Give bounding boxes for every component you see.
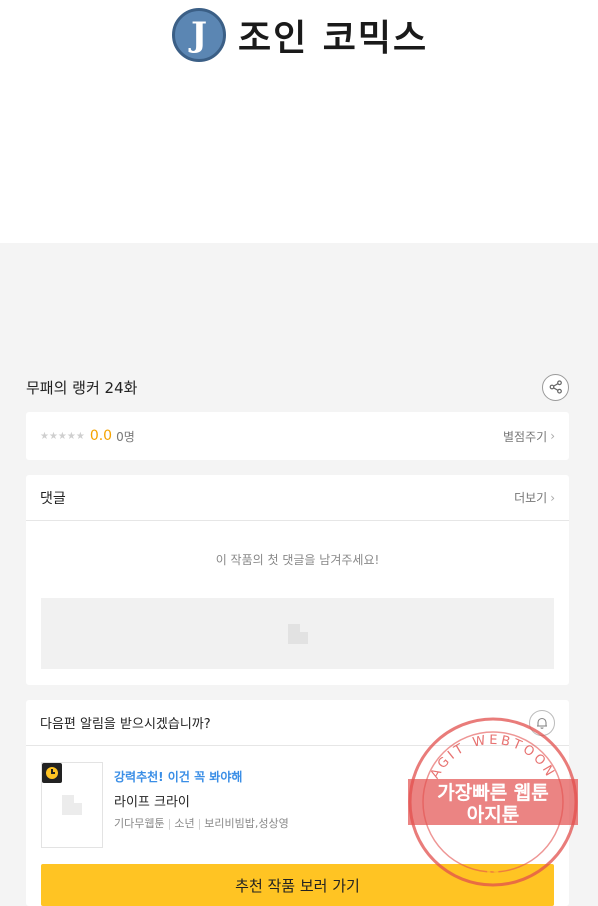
share-button[interactable] xyxy=(542,373,569,401)
image-placeholder-icon xyxy=(287,623,308,644)
site-logo[interactable]: J 조인 코믹스 xyxy=(172,8,428,62)
recommended-thumbnail[interactable] xyxy=(41,762,103,848)
view-recommendations-button[interactable]: 추천 작품 보러 가기 xyxy=(41,864,554,906)
share-icon xyxy=(549,380,562,394)
notify-bell-button[interactable] xyxy=(529,709,555,736)
recommended-work[interactable]: 강력추천! 이건 꼭 봐야해 라이프 크라이 기다무웹툰 | 소년 | 보리비빔밥,성상… xyxy=(41,762,541,848)
rating-card: ★★★★★ 0.0 0명 별점주기 › xyxy=(26,412,569,460)
rate-button[interactable]: 별점주기 › xyxy=(503,428,555,445)
bell-icon xyxy=(537,717,547,729)
image-placeholder-icon xyxy=(62,795,82,815)
comments-more-button[interactable]: 더보기 › xyxy=(514,489,555,506)
logo-text: 조인 코믹스 xyxy=(238,18,429,59)
chevron-right-icon: › xyxy=(550,429,555,443)
rating-score: 0.0 xyxy=(89,428,113,444)
recommended-meta: 기다무웹툰 | 소년 | 보리비빔밥,성상영 xyxy=(114,817,289,830)
rate-label: 별점주기 xyxy=(503,429,548,444)
notify-header: 다음편 알림을 받으시겠습니까? xyxy=(26,700,569,746)
notify-question: 다음편 알림을 받으시겠습니까? xyxy=(40,717,211,732)
recommended-info: 강력추천! 이건 꼭 봐야해 라이프 크라이 기다무웹툰 | 소년 | 보리비빔밥,성상… xyxy=(114,768,289,831)
rating-summary: ★★★★★ 0.0 0명 xyxy=(40,428,135,445)
episode-title: 무패의 랭커 24화 xyxy=(26,378,138,397)
notify-card: 다음편 알림을 받으시겠습니까? 강력추천! 이건 꼭 봐야해 라이프 크라이 … xyxy=(26,700,569,906)
recommended-title: 라이프 크라이 xyxy=(114,795,190,810)
logo-badge: J xyxy=(172,8,226,62)
rating-stars: ★★★★★ xyxy=(40,430,85,442)
comments-card: 댓글 더보기 › 이 작품의 첫 댓글을 남겨주세요! xyxy=(26,475,569,685)
site-header: J 조인 코믹스 xyxy=(0,0,598,243)
wait-free-badge xyxy=(42,763,62,783)
comments-header: 댓글 더보기 › xyxy=(26,475,569,521)
chevron-right-icon: › xyxy=(550,490,555,505)
rating-count: 0명 xyxy=(116,429,135,444)
comment-input-box[interactable] xyxy=(41,598,554,669)
recommend-tag: 강력추천! 이건 꼭 봐야해 xyxy=(114,770,243,784)
comments-empty-message: 이 작품의 첫 댓글을 남겨주세요! xyxy=(215,553,380,567)
clock-icon xyxy=(46,767,58,779)
episode-title-row: 무패의 랭커 24화 xyxy=(26,372,569,402)
comments-heading: 댓글 xyxy=(40,490,66,507)
more-label: 더보기 xyxy=(514,491,548,505)
